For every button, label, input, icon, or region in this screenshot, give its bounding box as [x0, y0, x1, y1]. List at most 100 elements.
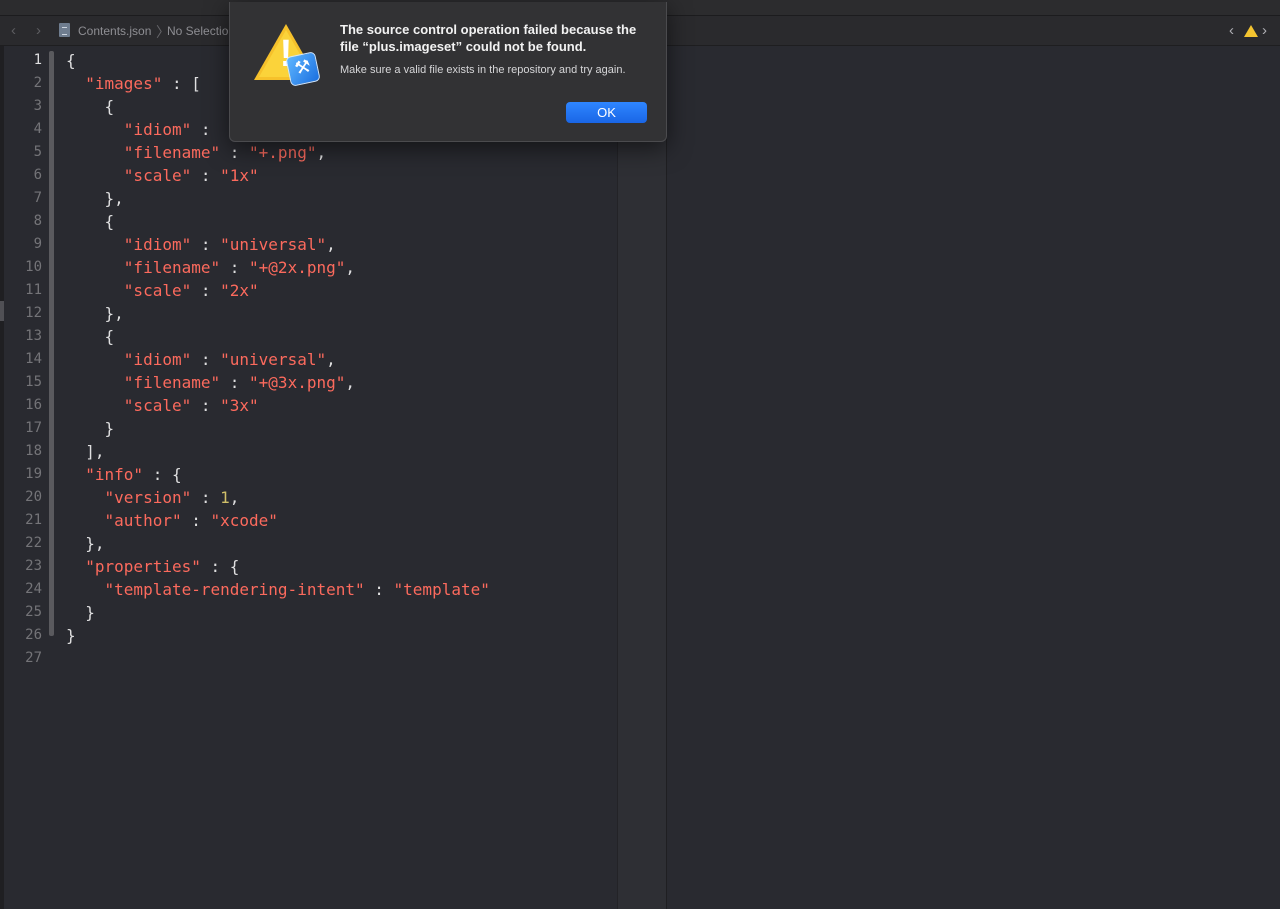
line-number: 26	[25, 627, 42, 643]
line-number: 27	[25, 650, 42, 666]
back-arrow-icon[interactable]: ‹	[11, 22, 16, 39]
code-token: },	[66, 534, 105, 553]
code-line[interactable]: "images" : [	[66, 72, 201, 95]
code-line[interactable]: "info" : {	[66, 463, 182, 486]
string-token: "properties"	[85, 557, 201, 576]
code-line[interactable]: "filename" : "+.png",	[66, 141, 326, 164]
code-token: : {	[143, 465, 182, 484]
code-line[interactable]: "idiom" :	[66, 118, 220, 141]
code-token: :	[191, 488, 221, 507]
string-token: "idiom"	[123, 120, 192, 139]
warning-icon: !	[254, 22, 326, 90]
code-line[interactable]: "scale" : "2x"	[66, 279, 259, 302]
string-token: "2x"	[220, 281, 259, 300]
code-line[interactable]: ],	[66, 440, 105, 463]
string-token: "author"	[104, 511, 182, 530]
breadcrumb-selection[interactable]: No Selection	[167, 24, 235, 38]
code-line[interactable]: "scale" : "3x"	[66, 394, 259, 417]
code-token: ,	[326, 350, 336, 369]
line-number: 25	[25, 604, 42, 620]
line-number: 13	[25, 328, 42, 344]
previous-issue-icon[interactable]: ‹	[1229, 22, 1234, 39]
code-line[interactable]: {	[66, 95, 115, 118]
alert-dialog: ! The source control operation failed be…	[229, 2, 667, 142]
line-number: 18	[25, 443, 42, 459]
json-file-icon	[59, 23, 70, 37]
string-token: "scale"	[123, 166, 192, 185]
code-line[interactable]: "author" : "xcode"	[66, 509, 278, 532]
forward-arrow-icon[interactable]: ›	[36, 22, 41, 39]
code-token: : {	[200, 557, 240, 576]
code-token: {	[66, 212, 115, 231]
code-token: :	[191, 281, 221, 300]
code-token: ,	[345, 373, 355, 392]
alert-title: The source control operation failed beca…	[340, 22, 637, 54]
secondary-editor-pane[interactable]	[668, 46, 1280, 909]
line-number: 16	[25, 397, 42, 413]
code-token: : [	[162, 74, 201, 93]
code-line[interactable]: }	[66, 624, 76, 647]
line-number: 19	[25, 466, 42, 482]
string-token: "universal"	[220, 350, 327, 369]
code-token: {	[66, 327, 115, 346]
code-token: :	[191, 235, 221, 254]
code-line[interactable]: {	[66, 325, 115, 348]
code-line[interactable]: "filename" : "+@2x.png",	[66, 256, 355, 279]
fold-ribbon[interactable]	[49, 51, 54, 636]
code-line[interactable]: {	[66, 49, 76, 72]
code-line[interactable]: "idiom" : "universal",	[66, 233, 336, 256]
next-issue-icon[interactable]: ›	[1262, 22, 1267, 39]
string-token: "filename"	[123, 373, 221, 392]
code-line[interactable]: },	[66, 187, 124, 210]
code-editor[interactable]: { "images" : [ { "idiom" : "filename" : …	[66, 46, 616, 909]
code-line[interactable]: {	[66, 210, 115, 233]
line-number: 3	[33, 98, 42, 114]
code-line[interactable]: "scale" : "1x"	[66, 164, 259, 187]
string-token: "scale"	[123, 396, 192, 415]
string-token: "idiom"	[123, 350, 192, 369]
editor-minimap[interactable]	[617, 46, 667, 909]
code-line[interactable]: },	[66, 532, 105, 555]
code-line[interactable]: },	[66, 302, 124, 325]
code-token: {	[66, 51, 76, 70]
string-token: "template"	[393, 580, 490, 599]
code-token: ],	[66, 442, 105, 461]
code-token: }	[66, 419, 115, 438]
line-number: 14	[25, 351, 42, 367]
code-token: :	[181, 511, 211, 530]
code-line[interactable]: "template-rendering-intent" : "template"	[66, 578, 490, 601]
string-token: "scale"	[123, 281, 192, 300]
line-number: 24	[25, 581, 42, 597]
code-line[interactable]: "filename" : "+@3x.png",	[66, 371, 355, 394]
string-token: "idiom"	[123, 235, 192, 254]
code-token: }	[66, 626, 76, 645]
string-token: "universal"	[220, 235, 327, 254]
line-number: 2	[33, 75, 42, 91]
code-line[interactable]: }	[66, 601, 95, 624]
warning-icon[interactable]	[1244, 25, 1258, 37]
code-line[interactable]: "idiom" : "universal",	[66, 348, 336, 371]
code-token: :	[191, 166, 221, 185]
line-number: 11	[25, 282, 42, 298]
string-token: "+.png"	[249, 143, 317, 162]
code-token: },	[66, 304, 124, 323]
breadcrumb-file[interactable]: Contents.json	[78, 24, 151, 38]
code-line[interactable]: "properties" : {	[66, 555, 239, 578]
line-number: 23	[25, 558, 42, 574]
line-number: 9	[33, 236, 42, 252]
string-token: "3x"	[220, 396, 259, 415]
xcode-badge-icon	[285, 51, 321, 87]
code-line[interactable]: "version" : 1,	[66, 486, 240, 509]
code-line[interactable]: }	[66, 417, 115, 440]
ok-button[interactable]: OK	[566, 102, 647, 123]
